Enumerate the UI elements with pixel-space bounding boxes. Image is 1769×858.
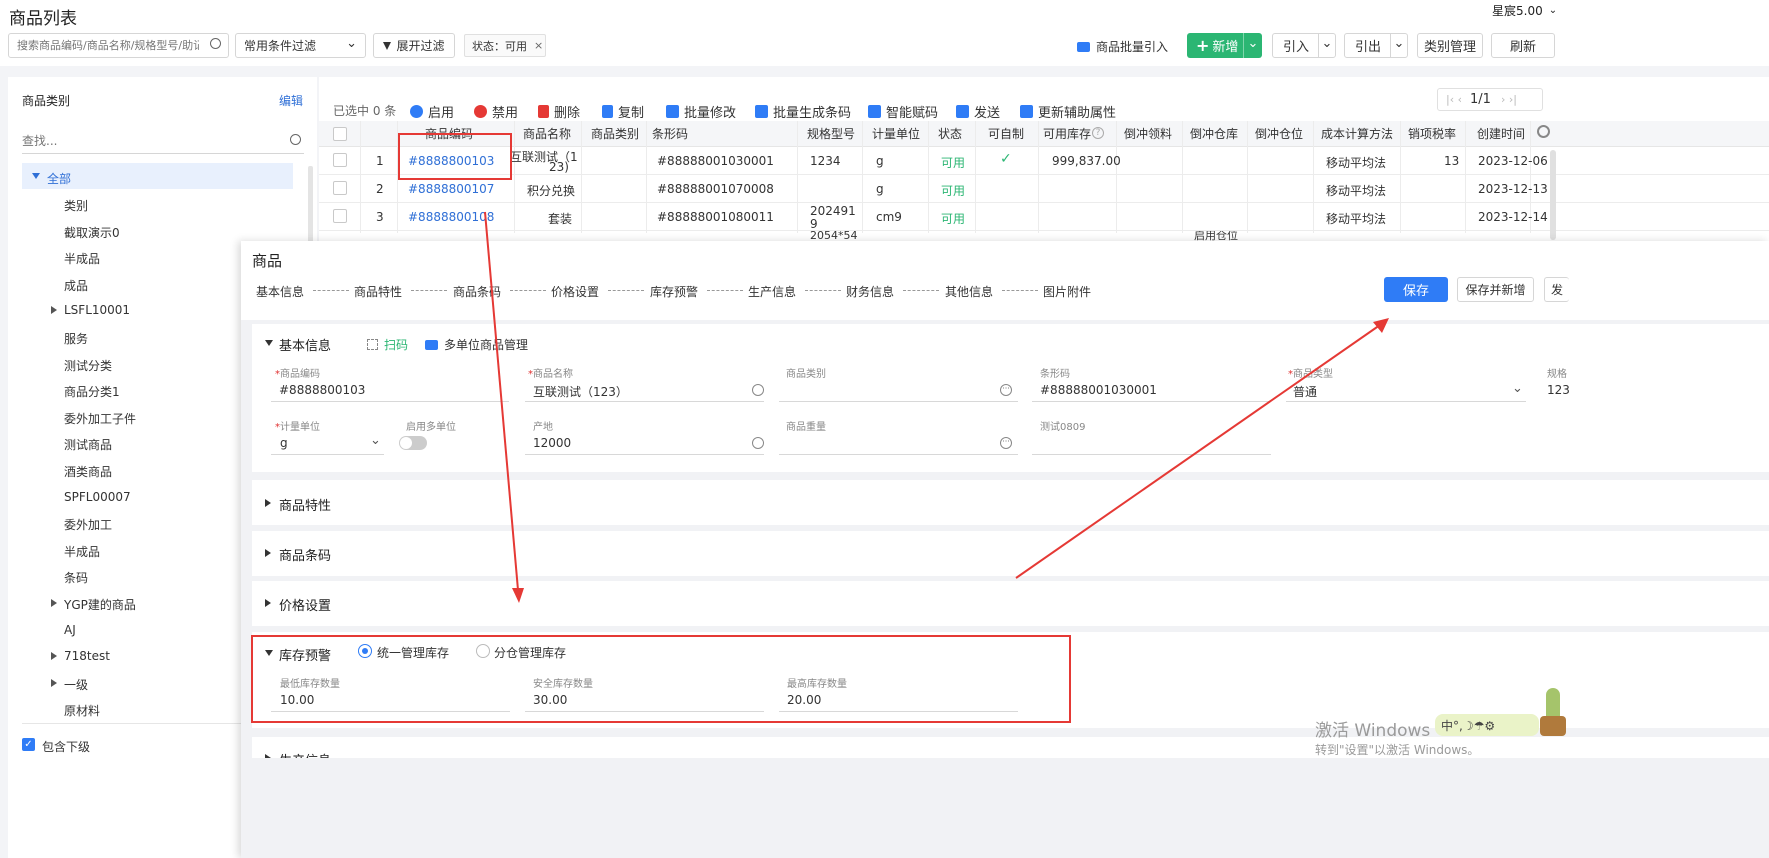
- arrow-head-up: [1373, 318, 1389, 333]
- arrow-line-up: [1015, 324, 1381, 579]
- arrow-head-down: [512, 588, 524, 603]
- cactus-icon: [1538, 688, 1568, 743]
- ime-status: 中°,☽☂⚙: [1441, 718, 1496, 733]
- ime-toolbar[interactable]: 中°,☽☂⚙: [1435, 714, 1539, 736]
- arrow-line-down: [484, 211, 519, 591]
- activation-watermark: 激活 Windows: [1315, 721, 1431, 741]
- activation-watermark-hint: 转到"设置"以激活 Windows。: [1315, 743, 1480, 757]
